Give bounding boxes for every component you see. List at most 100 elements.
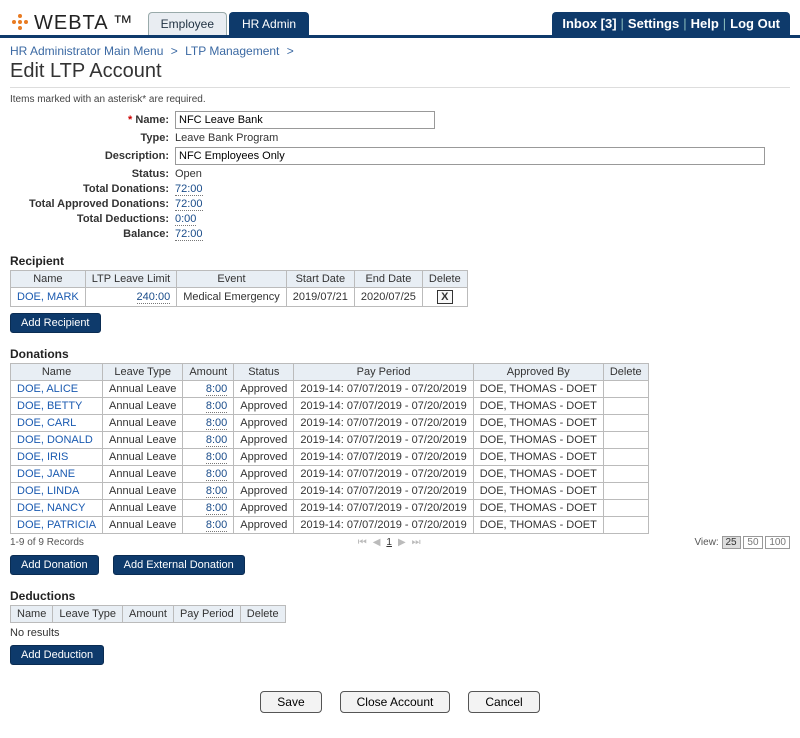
col-leave-type[interactable]: Leave Type bbox=[53, 606, 123, 623]
nav-inbox[interactable]: Inbox [3] bbox=[562, 16, 616, 31]
save-button[interactable]: Save bbox=[260, 691, 321, 713]
footer-actions: Save Close Account Cancel bbox=[0, 691, 800, 713]
value-total-deductions[interactable]: 0:00 bbox=[175, 213, 196, 226]
donation-status: Approved bbox=[234, 466, 294, 483]
donation-amount[interactable]: 8:00 bbox=[206, 502, 227, 515]
col-delete[interactable]: Delete bbox=[240, 606, 285, 623]
crumb-main-menu[interactable]: HR Administrator Main Menu bbox=[10, 44, 163, 58]
cancel-button[interactable]: Cancel bbox=[468, 691, 539, 713]
label-status: Status: bbox=[10, 168, 175, 180]
col-event[interactable]: Event bbox=[177, 271, 287, 288]
donation-amount[interactable]: 8:00 bbox=[206, 383, 227, 396]
donation-pay-period: 2019-14: 07/07/2019 - 07/20/2019 bbox=[294, 517, 473, 534]
brand-text: WEBTA bbox=[34, 12, 109, 35]
donation-name-link[interactable]: DOE, NANCY bbox=[11, 500, 103, 517]
add-recipient-button[interactable]: Add Recipient bbox=[10, 313, 101, 333]
value-balance[interactable]: 72:00 bbox=[175, 228, 203, 241]
table-row: DOE, MARK240:00Medical Emergency2019/07/… bbox=[11, 288, 468, 307]
donation-leave-type: Annual Leave bbox=[103, 381, 183, 398]
donation-amount[interactable]: 8:00 bbox=[206, 468, 227, 481]
account-form: * Name: Type: Leave Bank Program Descrip… bbox=[10, 111, 790, 240]
donation-amount[interactable]: 8:00 bbox=[206, 400, 227, 413]
close-account-button[interactable]: Close Account bbox=[340, 691, 451, 713]
col-end[interactable]: End Date bbox=[354, 271, 422, 288]
donation-pay-period: 2019-14: 07/07/2019 - 07/20/2019 bbox=[294, 415, 473, 432]
name-input[interactable] bbox=[175, 111, 435, 129]
view-25[interactable]: 25 bbox=[722, 536, 741, 549]
recipient-name-link[interactable]: DOE, MARK bbox=[11, 288, 86, 307]
donation-approved-by: DOE, THOMAS - DOET bbox=[473, 381, 603, 398]
donation-status: Approved bbox=[234, 398, 294, 415]
view-size: View: 25 50 100 bbox=[694, 536, 790, 549]
donation-amount[interactable]: 8:00 bbox=[206, 485, 227, 498]
donations-table: Name Leave Type Amount Status Pay Period… bbox=[10, 363, 649, 534]
table-row: DOE, LINDAAnnual Leave8:00Approved2019-1… bbox=[11, 483, 649, 500]
donation-pay-period: 2019-14: 07/07/2019 - 07/20/2019 bbox=[294, 381, 473, 398]
view-50[interactable]: 50 bbox=[743, 536, 762, 549]
donation-amount[interactable]: 8:00 bbox=[206, 451, 227, 464]
brand-logo: WEBTA™ bbox=[10, 12, 134, 35]
donation-amount[interactable]: 8:00 bbox=[206, 417, 227, 430]
donation-delete-cell bbox=[603, 466, 648, 483]
donation-leave-type: Annual Leave bbox=[103, 398, 183, 415]
col-amount[interactable]: Amount bbox=[123, 606, 174, 623]
col-delete[interactable]: Delete bbox=[422, 271, 467, 288]
col-status[interactable]: Status bbox=[234, 364, 294, 381]
donation-name-link[interactable]: DOE, PATRICIA bbox=[11, 517, 103, 534]
pager-prev-icon[interactable]: ◀ bbox=[373, 537, 381, 548]
value-total-donations[interactable]: 72:00 bbox=[175, 183, 203, 196]
col-approved-by[interactable]: Approved By bbox=[473, 364, 603, 381]
add-deduction-button[interactable]: Add Deduction bbox=[10, 645, 104, 665]
col-pay-period[interactable]: Pay Period bbox=[294, 364, 473, 381]
breadcrumb: HR Administrator Main Menu > LTP Managem… bbox=[0, 38, 800, 60]
col-limit[interactable]: LTP Leave Limit bbox=[85, 271, 176, 288]
add-donation-button[interactable]: Add Donation bbox=[10, 555, 99, 575]
donation-amount[interactable]: 8:00 bbox=[206, 519, 227, 532]
donation-delete-cell bbox=[603, 517, 648, 534]
pager-last-icon[interactable]: ⏭ bbox=[412, 537, 421, 548]
delete-icon[interactable]: X bbox=[437, 290, 453, 304]
nav-help[interactable]: Help bbox=[691, 16, 719, 31]
donation-name-link[interactable]: DOE, BETTY bbox=[11, 398, 103, 415]
crumb-ltp-management[interactable]: LTP Management bbox=[185, 44, 279, 58]
col-pay-period[interactable]: Pay Period bbox=[173, 606, 240, 623]
deductions-table: Name Leave Type Amount Pay Period Delete bbox=[10, 605, 286, 623]
pager-first-icon[interactable]: ⏮ bbox=[358, 537, 367, 548]
col-name[interactable]: Name bbox=[11, 271, 86, 288]
recipient-limit[interactable]: 240:00 bbox=[137, 291, 171, 304]
col-start[interactable]: Start Date bbox=[286, 271, 354, 288]
tab-employee[interactable]: Employee bbox=[148, 12, 227, 35]
label-type: Type: bbox=[10, 132, 175, 144]
donation-name-link[interactable]: DOE, IRIS bbox=[11, 449, 103, 466]
nav-sep: | bbox=[723, 16, 726, 31]
donation-pay-period: 2019-14: 07/07/2019 - 07/20/2019 bbox=[294, 449, 473, 466]
description-input[interactable] bbox=[175, 147, 765, 165]
donation-name-link[interactable]: DOE, CARL bbox=[11, 415, 103, 432]
label-total-deductions: Total Deductions: bbox=[10, 213, 175, 225]
donation-name-link[interactable]: DOE, LINDA bbox=[11, 483, 103, 500]
record-count: 1-9 of 9 Records bbox=[10, 537, 84, 548]
donation-delete-cell bbox=[603, 500, 648, 517]
tab-hr-admin[interactable]: HR Admin bbox=[229, 12, 309, 35]
donation-approved-by: DOE, THOMAS - DOET bbox=[473, 500, 603, 517]
col-delete[interactable]: Delete bbox=[603, 364, 648, 381]
col-amount[interactable]: Amount bbox=[183, 364, 234, 381]
col-leave-type[interactable]: Leave Type bbox=[103, 364, 183, 381]
donation-leave-type: Annual Leave bbox=[103, 415, 183, 432]
donation-name-link[interactable]: DOE, DONALD bbox=[11, 432, 103, 449]
app-header: WEBTA™ Employee HR Admin Inbox [3] | Set… bbox=[0, 0, 800, 38]
add-external-donation-button[interactable]: Add External Donation bbox=[113, 555, 245, 575]
pager-next-icon[interactable]: ▶ bbox=[398, 537, 406, 548]
donation-status: Approved bbox=[234, 517, 294, 534]
value-total-approved[interactable]: 72:00 bbox=[175, 198, 203, 211]
nav-settings[interactable]: Settings bbox=[628, 16, 679, 31]
donation-name-link[interactable]: DOE, ALICE bbox=[11, 381, 103, 398]
view-100[interactable]: 100 bbox=[765, 536, 790, 549]
col-name[interactable]: Name bbox=[11, 606, 53, 623]
pager-page-1[interactable]: 1 bbox=[386, 537, 392, 548]
donation-amount[interactable]: 8:00 bbox=[206, 434, 227, 447]
donation-leave-type: Annual Leave bbox=[103, 432, 183, 449]
donation-name-link[interactable]: DOE, JANE bbox=[11, 466, 103, 483]
col-name[interactable]: Name bbox=[11, 364, 103, 381]
nav-logout[interactable]: Log Out bbox=[730, 16, 780, 31]
